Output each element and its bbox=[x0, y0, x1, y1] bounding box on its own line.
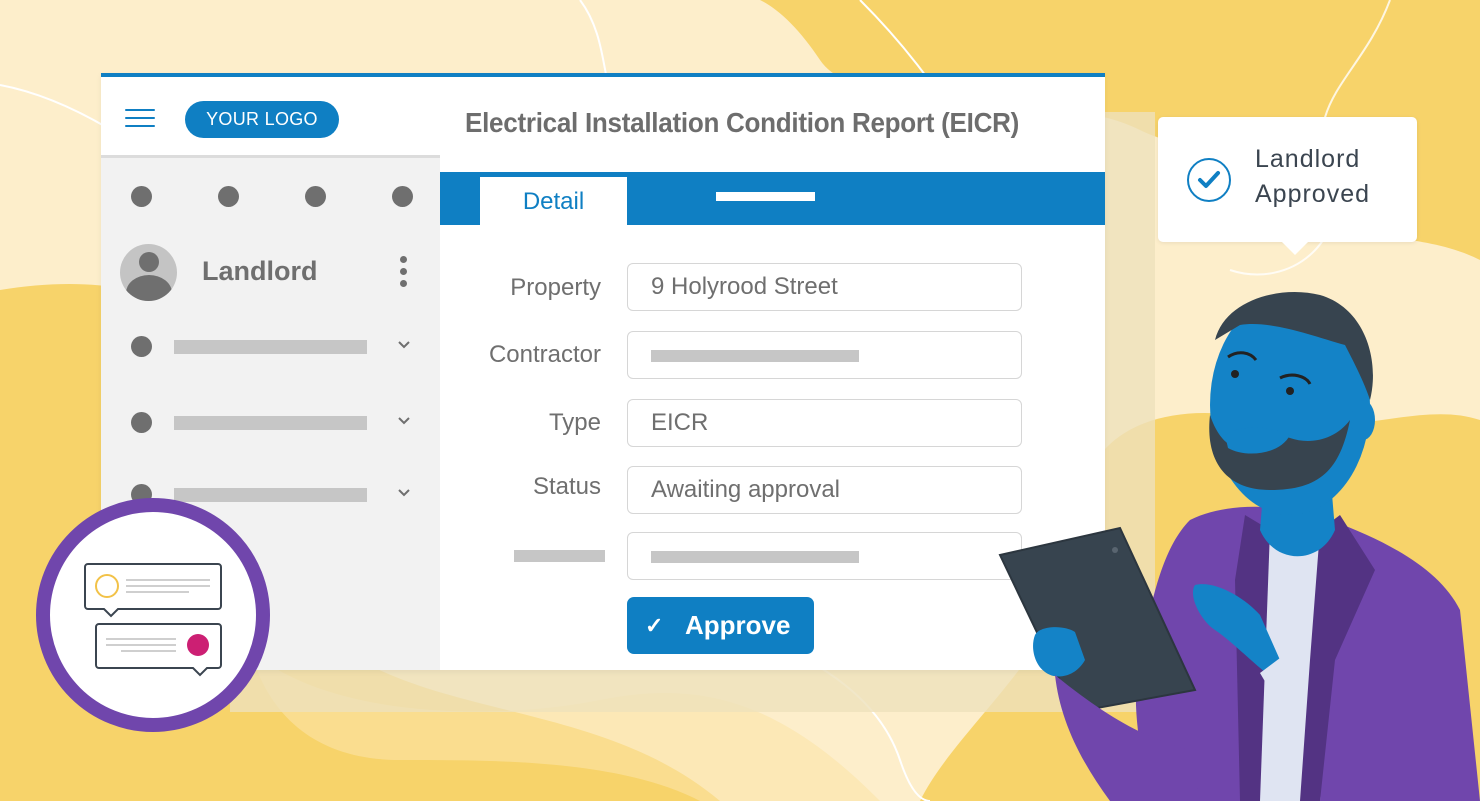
person-with-tablet-illustration bbox=[998, 292, 1480, 801]
tab-placeholder[interactable] bbox=[716, 192, 815, 201]
chevron-down-icon[interactable] bbox=[397, 414, 411, 428]
user-profile[interactable]: Landlord bbox=[120, 244, 420, 302]
topbar: YOUR LOGO bbox=[101, 77, 440, 155]
tab-detail[interactable]: Detail bbox=[480, 177, 627, 225]
hamburger-menu-icon[interactable] bbox=[125, 109, 155, 129]
extra-field[interactable] bbox=[627, 532, 1022, 580]
avatar bbox=[120, 244, 177, 301]
status-label: Status bbox=[532, 473, 601, 500]
status-field[interactable]: Awaiting approval bbox=[627, 466, 1022, 514]
sidebar-item-2[interactable] bbox=[131, 411, 421, 435]
extra-value-placeholder bbox=[651, 550, 859, 563]
user-name: Landlord bbox=[202, 256, 318, 286]
sidebar-item-1[interactable] bbox=[131, 335, 421, 359]
check-icon: ✓ bbox=[645, 613, 664, 638]
quick-action-3[interactable] bbox=[305, 186, 326, 207]
nav-dot-icon bbox=[131, 412, 152, 433]
check-circle-icon bbox=[1187, 158, 1231, 202]
chevron-down-icon[interactable] bbox=[397, 338, 411, 352]
toast-line-1: Landlord bbox=[1255, 145, 1361, 173]
quick-action-4[interactable] bbox=[392, 186, 413, 207]
toast-message: Landlord Approved bbox=[1255, 142, 1370, 212]
quick-action-1[interactable] bbox=[131, 186, 152, 207]
contractor-field[interactable] bbox=[627, 331, 1022, 379]
nav-dot-icon bbox=[131, 336, 152, 357]
logo: YOUR LOGO bbox=[185, 101, 339, 138]
toast-line-2: Approved bbox=[1255, 180, 1371, 208]
nav-label-placeholder bbox=[174, 416, 367, 430]
more-options-icon[interactable] bbox=[400, 256, 410, 290]
chevron-down-icon[interactable] bbox=[397, 486, 411, 500]
tab-bar: Detail bbox=[440, 172, 1105, 225]
approve-button[interactable]: ✓ Approve bbox=[627, 597, 814, 654]
type-field[interactable]: EICR bbox=[627, 399, 1022, 447]
type-label: Type bbox=[548, 409, 601, 436]
extra-label-placeholder bbox=[514, 550, 605, 562]
nav-label-placeholder bbox=[174, 340, 367, 354]
property-label: Property bbox=[510, 274, 601, 301]
contractor-value-placeholder bbox=[651, 349, 859, 362]
sidebar-quick-actions bbox=[131, 186, 413, 207]
page-title: Electrical Installation Condition Report… bbox=[465, 107, 1020, 138]
contractor-label: Contractor bbox=[488, 341, 601, 368]
chat-messages-icon bbox=[36, 498, 270, 732]
property-field[interactable]: 9 Holyrood Street bbox=[627, 263, 1022, 311]
quick-action-2[interactable] bbox=[218, 186, 239, 207]
approval-toast: Landlord Approved bbox=[1158, 117, 1417, 255]
approve-label: Approve bbox=[685, 610, 791, 640]
